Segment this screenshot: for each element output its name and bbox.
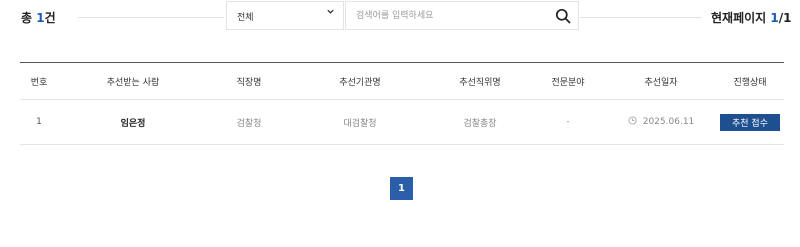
header-org: 추선기관명: [339, 77, 381, 88]
table-row: 1 임은정 검찰청 대검찰청 검찰총장 - 2025.06.11 추천 접수: [20, 100, 784, 145]
row-status-cell: 추천 접수: [716, 100, 784, 144]
category-select-value: 전체: [237, 13, 254, 23]
divider-right: [580, 17, 702, 18]
row-field: -: [566, 117, 570, 127]
header-field: 전문분야: [551, 77, 585, 88]
clock-icon: [628, 116, 637, 128]
row-number: 1: [36, 117, 42, 127]
page-indicator-label: 현재페이지: [711, 11, 771, 25]
table-header-row: 번호 추선받는 사람 직장명 추선기관명 추선직위명 전문분야 추선일자 진행상…: [20, 63, 784, 100]
row-date: 2025.06.11: [606, 100, 716, 144]
page-indicator: 현재페이지 1/1: [711, 9, 792, 26]
search-icon: [555, 8, 571, 24]
page-indicator-total: 1: [783, 11, 792, 25]
header-workplace: 직장명: [236, 77, 262, 88]
page-indicator-current: 1: [770, 11, 779, 25]
search-button[interactable]: [555, 8, 571, 24]
search-input[interactable]: [356, 8, 546, 24]
row-date-text: 2025.06.11: [642, 117, 695, 127]
total-number: 1: [36, 11, 45, 25]
header-position: 추선직위명: [459, 77, 501, 88]
pagination-page-1[interactable]: 1: [390, 177, 413, 200]
category-select[interactable]: 전체: [226, 1, 344, 30]
row-position: 검찰총장: [463, 118, 497, 129]
header-status: 진행상태: [733, 77, 767, 88]
row-org: 대검찰청: [343, 118, 377, 129]
row-workplace: 검찰청: [236, 118, 262, 129]
nomination-table: 번호 추선받는 사람 직장명 추선기관명 추선직위명 전문분야 추선일자 진행상…: [20, 62, 784, 145]
total-suffix: 건: [44, 11, 56, 25]
toolbar: 총 1건 전체 현재페이지 1/1: [0, 0, 800, 34]
total-prefix: 총: [21, 11, 37, 25]
chevron-down-icon: [326, 7, 335, 19]
header-number: 번호: [30, 77, 48, 88]
header-date: 추선일자: [644, 77, 678, 88]
search-box: [345, 1, 579, 30]
divider-left: [78, 17, 224, 18]
total-count: 총 1건: [21, 9, 56, 26]
header-nominee: 추선받는 사람: [106, 77, 160, 88]
row-nominee[interactable]: 임은정: [58, 100, 208, 144]
status-badge[interactable]: 추천 접수: [720, 113, 780, 131]
